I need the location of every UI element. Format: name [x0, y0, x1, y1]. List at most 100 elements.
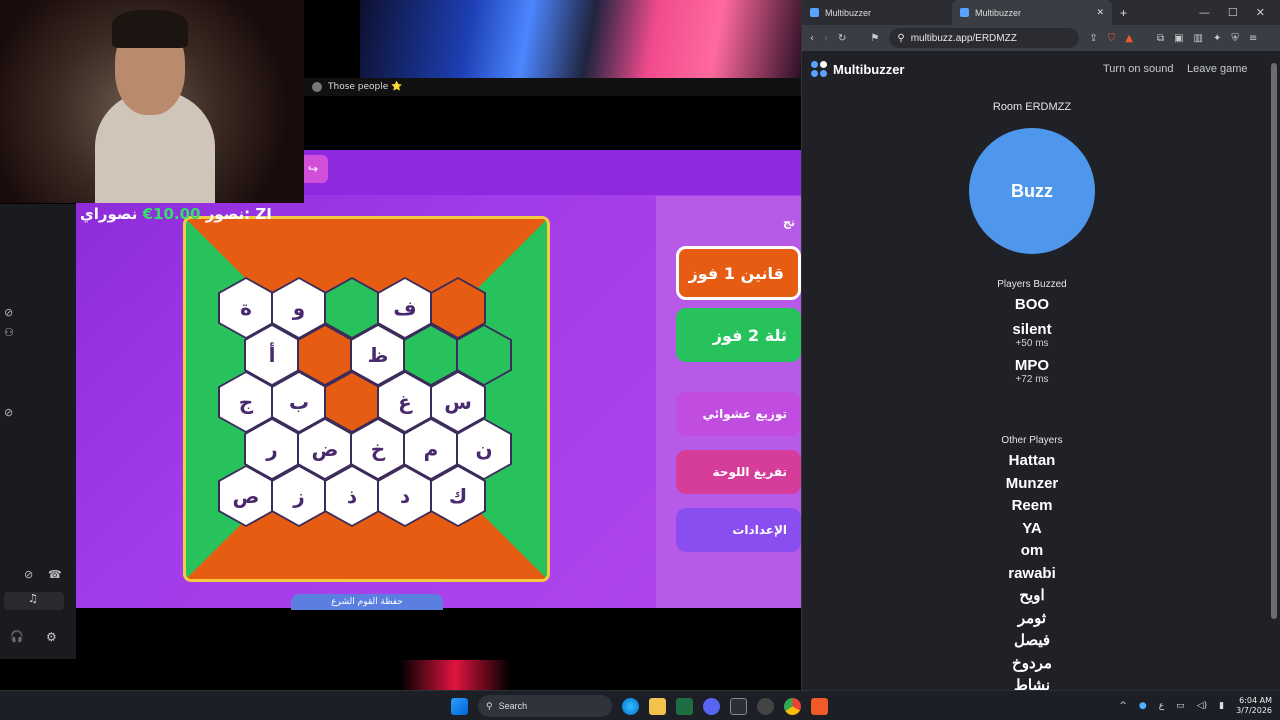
discord-icon[interactable] [703, 697, 720, 715]
extensions-icon[interactable]: ⧉ [1157, 33, 1164, 44]
url-text: multibuzz.app/ERDMZZ [910, 32, 1017, 44]
channel-avatar [312, 82, 322, 92]
search-label: Search [498, 701, 528, 711]
edge-icon[interactable] [622, 697, 639, 715]
hex-letter: غ [379, 373, 431, 431]
vpn-icon[interactable]: ⛨ [1231, 33, 1239, 44]
leave-game-button[interactable]: Leave game [1187, 63, 1248, 75]
other-players-list: Hattan Munzer Reem YA om rawabi اويح ثومر فيصل مر… [802, 450, 1262, 690]
other-player-name: om [1020, 542, 1044, 559]
forward-icon[interactable]: › [824, 33, 828, 44]
mic-icon[interactable]: ● [1139, 701, 1147, 711]
battery-icon[interactable]: ▮ [1219, 701, 1224, 711]
reload-icon[interactable]: ↻ [838, 33, 846, 44]
discord-channel-name: Those people ⭐ [328, 82, 403, 92]
speaker-icon[interactable]: ◁) [1197, 701, 1207, 711]
gear-icon[interactable]: ⚙ [46, 630, 57, 644]
other-player-name: Munzer [1005, 474, 1059, 492]
menu-icon[interactable]: ≡ [1249, 33, 1257, 44]
windows-start-icon[interactable] [451, 697, 468, 715]
buzzed-player-name: silent [1012, 321, 1052, 338]
overlay-prefix: نصور [205, 205, 245, 223]
headphones-icon[interactable]: 🎧 [10, 630, 24, 643]
multibuzzer-page: Multibuzzer Turn on sound Leave game Roo… [802, 51, 1269, 690]
hex-letter: ف [379, 279, 431, 337]
wallet-icon[interactable]: ▣ [1174, 33, 1183, 44]
taskbar-search[interactable]: ⚲ Search [478, 695, 612, 717]
clock[interactable]: 6:04 AM 3/7/2026 [1236, 696, 1272, 716]
mic-off-icon[interactable]: ⊘ [24, 568, 33, 581]
random-distribute-button[interactable]: توزيع عشوائي [676, 392, 801, 436]
other-player-name: مردوخ [1012, 654, 1052, 672]
hangup-icon[interactable]: ☎ [48, 568, 62, 581]
browser-window: Multibuzzer Multibuzzer ✕ + — ☐ ✕ ‹ › ↻ … [801, 0, 1280, 690]
voice-toolbar: ⊘ ☎ ♫ 🎧 ⚙ [0, 556, 76, 656]
share-icon[interactable]: ⇪ [1089, 33, 1097, 44]
maximize-icon[interactable]: ☐ [1228, 6, 1238, 19]
search-icon: ⚲ [486, 700, 493, 711]
network-icon[interactable]: ▭ [1176, 701, 1185, 711]
person-hair [112, 10, 188, 48]
new-tab-button[interactable]: + [1112, 0, 1135, 25]
turn-on-sound-button[interactable]: Turn on sound [1103, 63, 1174, 75]
close-icon[interactable]: ✕ [1256, 6, 1265, 19]
clock-date: 3/7/2026 [1236, 706, 1272, 715]
tab-label: Multibuzzer [825, 7, 872, 18]
buzzed-player: BOO [802, 296, 1262, 313]
url-field[interactable]: ⚲ multibuzz.app/ERDMZZ [889, 28, 1080, 48]
bottom-tab[interactable]: حفظة القوم الشرع [291, 594, 443, 610]
other-player-name: Hattan [1008, 452, 1056, 469]
deafen-icon[interactable]: ⊘ [4, 406, 13, 419]
hex-letter [458, 326, 510, 384]
buzzed-player: silent +50 ms [802, 321, 1262, 349]
screen: Those people ⭐ ⊘ ⚇ ⊘ ↪ تج ةوفأظجبغسرضخمن… [0, 0, 1280, 720]
tab-close-icon[interactable]: ✕ [1096, 7, 1104, 18]
logo-dot [820, 61, 827, 68]
back-icon[interactable]: ‹ [810, 33, 814, 44]
hex-letter [326, 373, 378, 431]
buzzed-player: MPO +72 ms [802, 357, 1262, 385]
other-player-name: فيصل [1013, 632, 1051, 649]
sidebar-icon[interactable]: ▥ [1194, 33, 1203, 44]
clear-board-button[interactable]: تفريغ اللوحة [676, 450, 801, 494]
taskbar-apps: ⚲ Search [451, 694, 828, 718]
rewards-icon[interactable]: ▲ [1125, 33, 1133, 44]
page-scrollbar[interactable] [1268, 51, 1280, 690]
chrome-icon[interactable] [784, 697, 801, 715]
buzz-button[interactable]: Buzz [969, 128, 1095, 254]
site-info-icon[interactable]: ⚲ [897, 33, 904, 44]
brave-shield-icon[interactable]: ⛉ [1108, 33, 1116, 44]
chevron-up-icon[interactable]: ^ [1119, 701, 1127, 711]
leo-icon[interactable]: ✦ [1213, 33, 1221, 44]
buzzed-player-name: BOO [1014, 296, 1050, 313]
other-player-name: YA [1022, 519, 1042, 537]
tab-multibuzzer-2[interactable]: Multibuzzer ✕ [952, 0, 1112, 25]
file-explorer-icon[interactable] [649, 697, 666, 715]
soundboard-icon[interactable]: ♫ [4, 592, 64, 610]
other-players-section: Other Players Hattan Munzer Reem YA om rawabi… [802, 435, 1262, 690]
room-code: Room ERDMZZ [992, 101, 1072, 113]
excel-icon[interactable] [676, 697, 693, 715]
mute-icon[interactable]: ⊘ [4, 306, 13, 319]
buzz-delay: +50 ms [1015, 338, 1049, 349]
bookmark-icon[interactable]: ⚑ [870, 33, 879, 44]
other-player-name: اويح [1019, 587, 1045, 604]
tab-multibuzzer-1[interactable]: Multibuzzer [802, 0, 952, 25]
hex-letter: ن [458, 420, 510, 478]
terminal-icon[interactable] [730, 697, 747, 715]
favicon [960, 8, 969, 17]
brave-icon[interactable] [811, 697, 828, 715]
hex-letter [326, 279, 378, 337]
hex-letter: ة [220, 279, 272, 337]
language-indicator[interactable]: ع [1159, 701, 1164, 711]
hex-letter: س [432, 373, 484, 431]
obs-icon[interactable] [757, 697, 774, 715]
hex-letter: ب [273, 373, 325, 431]
other-players-title: Other Players [1001, 435, 1063, 446]
webcam-feed [0, 0, 304, 203]
scrollbar-thumb[interactable] [1271, 63, 1277, 619]
overlay-tag: ZI [255, 205, 272, 223]
minimize-icon[interactable]: — [1199, 6, 1210, 19]
settings-button[interactable]: الإعدادات [676, 508, 801, 552]
hex-letter: خ [352, 420, 404, 478]
